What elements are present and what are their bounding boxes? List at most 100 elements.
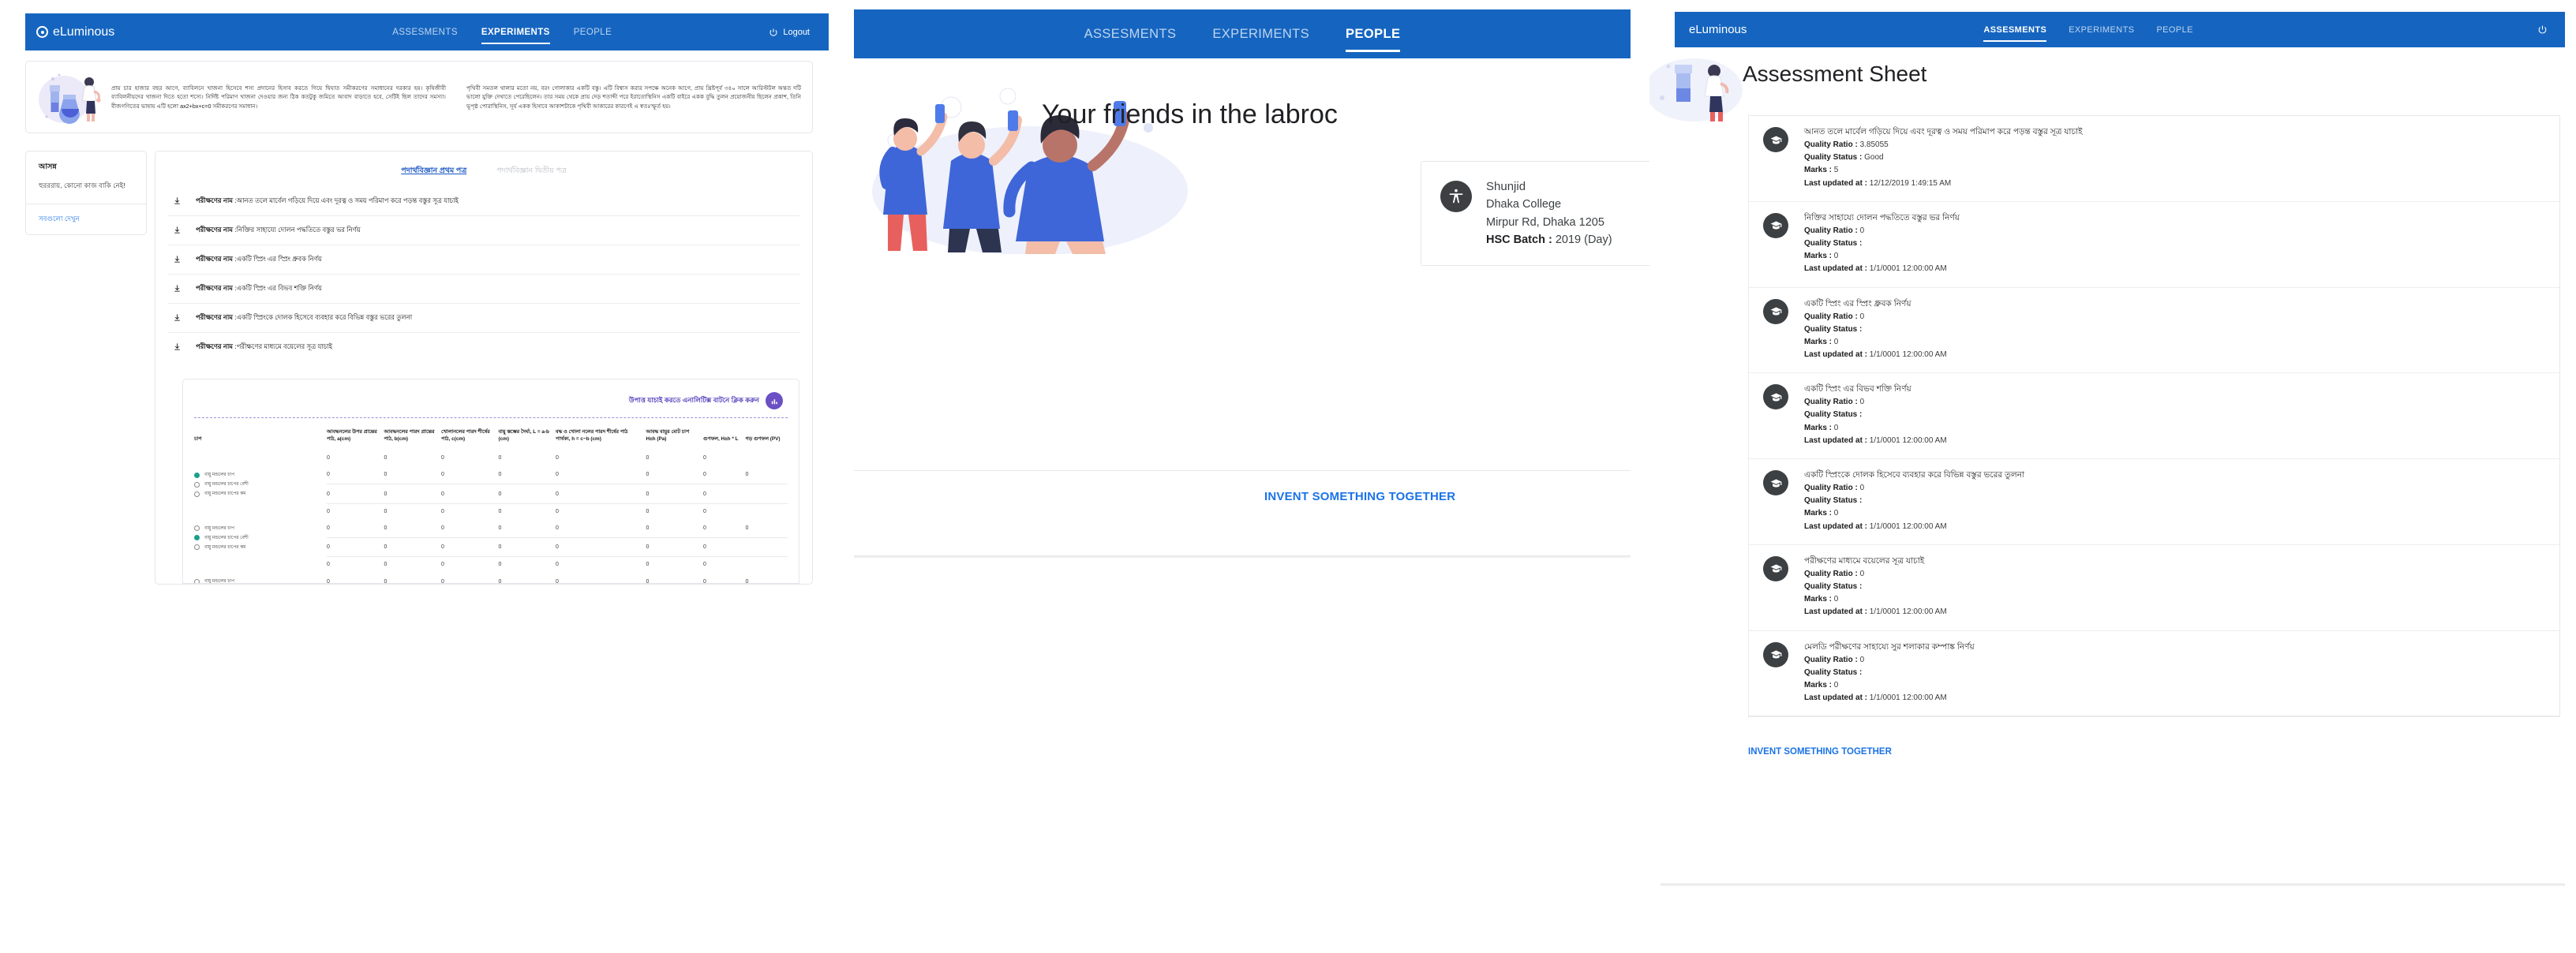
download-icon[interactable] (173, 284, 182, 294)
experiment-title: একটি স্প্রিং এর বিভব শক্তি নির্ণয় (236, 284, 322, 292)
cell: 0 (745, 572, 788, 583)
experiment-row[interactable]: পরীক্ষণের নাম :পরীক্ষণের মাধ্যমে বয়েলের… (168, 333, 799, 361)
nav-links: ASSESMENTS EXPERIMENTS PEOPLE (1983, 25, 2192, 42)
experiment-row[interactable]: পরীক্ষণের নাম :একটি স্প্রিংকে দোলক হিসেব… (168, 304, 799, 333)
download-icon[interactable] (173, 226, 182, 236)
radio-option[interactable]: বায়ু মন্ডলের চাপ (194, 470, 324, 480)
pressure-radio-group[interactable]: বায়ু মন্ডলের চাপ বায়ু মন্ডলের চাপের বে… (194, 519, 327, 557)
marks-value: 0 (1833, 337, 1839, 346)
assessment-card[interactable]: আনত তলে মার্বেল গড়িয়ে দিয়ে এবং দূরত্ব… (1749, 115, 2559, 201)
cell: 0 (440, 465, 499, 485)
brand-logo[interactable]: eLuminous (1689, 23, 1747, 36)
assessment-card[interactable]: একটি স্প্রিংকে দোলক হিসেবে ব্যবহার করে ব… (1749, 458, 2559, 544)
marks-label: Marks : (1804, 252, 1833, 261)
friend-college: Dhaka College (1486, 198, 1562, 211)
radio-option[interactable]: বায়ু মন্ডলের চাপের কম (194, 543, 324, 552)
analytics-hint-row: উপাত্ত যাচাই করতে এনালিটিক্স বাটনে ক্লিক… (194, 392, 788, 409)
download-icon[interactable] (173, 255, 182, 265)
nav-item-experiments[interactable]: EXPERIMENTS (2069, 25, 2134, 35)
analytics-button[interactable] (766, 392, 783, 409)
radio-option[interactable]: বায়ু মন্ডলের চাপ (194, 524, 324, 533)
intro-paragraphs: প্রায় চার হাজার বছর আগে, ব্যাবিলনে খাজন… (103, 84, 801, 110)
nav-item-people[interactable]: PEOPLE (574, 28, 612, 37)
accessibility-person-icon (1449, 189, 1463, 204)
radio-icon[interactable] (194, 544, 200, 551)
brand-logo[interactable]: eLuminous (36, 25, 114, 39)
invent-together-link[interactable]: INVENT SOMETHING TOGETHER (1264, 490, 1455, 503)
download-icon[interactable] (173, 196, 182, 207)
nav-item-assesments[interactable]: ASSESMENTS (1983, 25, 2046, 42)
nav-item-assesments[interactable]: ASSESMENTS (392, 28, 458, 37)
top-navigation-bar: eLuminous ASSESMENTS EXPERIMENTS PEOPLE (1675, 12, 2565, 47)
assessment-body: আনত তলে মার্বেল গড়িয়ে দিয়ে এবং দূরত্ব… (1804, 125, 2083, 190)
tab-physics-paper-2[interactable]: পদার্থবিজ্ঞান দ্বিতীয় পত্র (496, 166, 566, 178)
cell: 0 (384, 537, 441, 558)
logout-label: Logout (783, 27, 810, 37)
experiment-row[interactable]: পরীক্ষণের নাম :একটি স্প্রিং এর বিভব শক্ত… (168, 275, 799, 304)
quality-ratio-value: 0 (1859, 655, 1865, 664)
bar-chart-icon (771, 398, 777, 404)
graduation-cap-icon (1763, 555, 1788, 581)
radio-option[interactable]: বায়ু মন্ডলের চাপ (194, 577, 324, 583)
radio-option[interactable]: বায়ু মন্ডলের চাপের বেশী (194, 480, 324, 489)
view-all-link[interactable]: সবগুলো দেখুন (26, 204, 146, 234)
cell: 0 (440, 455, 444, 462)
nav-item-assesments[interactable]: ASSESMENTS (1084, 27, 1177, 42)
download-icon[interactable] (173, 342, 182, 353)
last-updated-label: Last updated at : (1804, 607, 1868, 617)
upcoming-body: হুরররায়, কোনো কাজ বাকি নেই! (39, 181, 125, 189)
radio-icon[interactable] (194, 472, 200, 478)
radio-icon[interactable] (194, 481, 200, 488)
upcoming-side-card: আসন্ন হুরররায়, কোনো কাজ বাকি নেই! সবগুল… (25, 151, 147, 235)
radio-icon[interactable] (194, 578, 200, 583)
friend-info: Shunjid Dhaka College Mirpur Rd, Dhaka 1… (1486, 178, 1612, 249)
experiment-row[interactable]: পরীক্ষণের নাম :একটি স্প্রিং এর স্প্রিং ধ… (168, 245, 799, 275)
cell: 0 (646, 572, 704, 583)
friend-card[interactable]: Shunjid Dhaka College Mirpur Rd, Dhaka 1… (1421, 161, 1649, 266)
cell: 0 (326, 562, 330, 568)
quality-ratio-label: Quality Ratio : (1804, 484, 1858, 492)
experiment-row[interactable]: পরীক্ষণের নাম :নিক্তির সাহায্যে দোলন পদ্… (168, 216, 799, 245)
logout-button[interactable] (2537, 24, 2548, 35)
radio-option[interactable]: বায়ু মন্ডলের চাপের বেশী (194, 533, 324, 543)
nav-item-people[interactable]: PEOPLE (2156, 25, 2192, 35)
download-icon[interactable] (173, 313, 182, 323)
invent-together-link[interactable]: INVENT SOMETHING TOGETHER (1748, 747, 1892, 757)
marks-label: Marks : (1804, 423, 1833, 432)
radio-icon[interactable] (194, 525, 200, 532)
table-row: 0 0 0 0 0 0 0 (194, 557, 788, 573)
experiments-body: আসন্ন হুরররায়, কোনো কাজ বাকি নেই! সবগুল… (25, 151, 813, 585)
assessment-body: পরীক্ষণের মাধ্যমে বয়েলের সূত্র যাচাই Qu… (1804, 555, 1947, 619)
experiment-row[interactable]: পরীক্ষণের নাম :আনত তলে মার্বেল গড়িয়ে দ… (168, 187, 799, 216)
assessment-card[interactable]: মেলডি পরীক্ষণের সাহায্যে সুর শলাকার কম্প… (1749, 630, 2559, 716)
people-hero: Your friends in the labroc Shunjid Dhaka… (837, 58, 1649, 266)
pressure-radio-group[interactable]: বায়ু মন্ডলের চাপ বায়ু মন্ডলের চাপের বে… (194, 465, 327, 503)
experiment-data-table: চাপ আবদ্ধনলের উপর প্রান্তের পাঠ, a(cm) আ… (194, 421, 788, 583)
pressure-cell (194, 450, 327, 465)
assessment-card[interactable]: নিক্তির সাহায্যে দোলন পদ্ধতিতে বস্তুর ভর… (1749, 200, 2559, 287)
cell: 0 (326, 508, 330, 514)
last-updated-value: 1/1/0001 12:00:00 AM (1869, 350, 1947, 360)
cell: 0 (556, 562, 559, 568)
assessment-hero: Assessment Sheet (1649, 47, 2576, 121)
radio-icon[interactable] (194, 491, 200, 497)
assessment-card[interactable]: একটি স্প্রিং এর স্প্রিং ধ্রুবক নির্ণয় Q… (1749, 286, 2559, 373)
cell: 0 (498, 572, 556, 583)
gear-logo-icon (36, 26, 48, 38)
nav-item-people[interactable]: PEOPLE (1346, 27, 1401, 52)
experiment-list: পরীক্ষণের নাম :আনত তলে মার্বেল গড়িয়ে দ… (168, 187, 799, 361)
nav-item-experiments[interactable]: EXPERIMENTS (481, 28, 550, 44)
cell: 0 (556, 518, 646, 538)
graduation-cap-icon (1763, 384, 1788, 410)
assessment-card[interactable]: পরীক্ষণের মাধ্যমে বয়েলের সূত্র যাচাই Qu… (1749, 544, 2559, 630)
assessment-card[interactable]: একটি স্প্রিং এর বিভব শক্তি নির্ণয় Quali… (1749, 372, 2559, 458)
cell: 0 (646, 455, 650, 462)
pressure-radio-group[interactable]: বায়ু মন্ডলের চাপ বায়ু মন্ডলের চাপের বে… (194, 572, 327, 583)
logout-button[interactable]: Logout (769, 28, 810, 37)
brand-name: eLuminous (53, 24, 115, 39)
radio-icon[interactable] (194, 535, 200, 541)
page-title: Your friends in the labroc (1042, 99, 1338, 129)
nav-item-experiments[interactable]: EXPERIMENTS (1212, 27, 1309, 42)
radio-option[interactable]: বায়ু মন্ডলের চাপের কম (194, 489, 324, 499)
tab-physics-paper-1[interactable]: পদার্থবিজ্ঞান প্রথম পত্র (401, 166, 466, 178)
